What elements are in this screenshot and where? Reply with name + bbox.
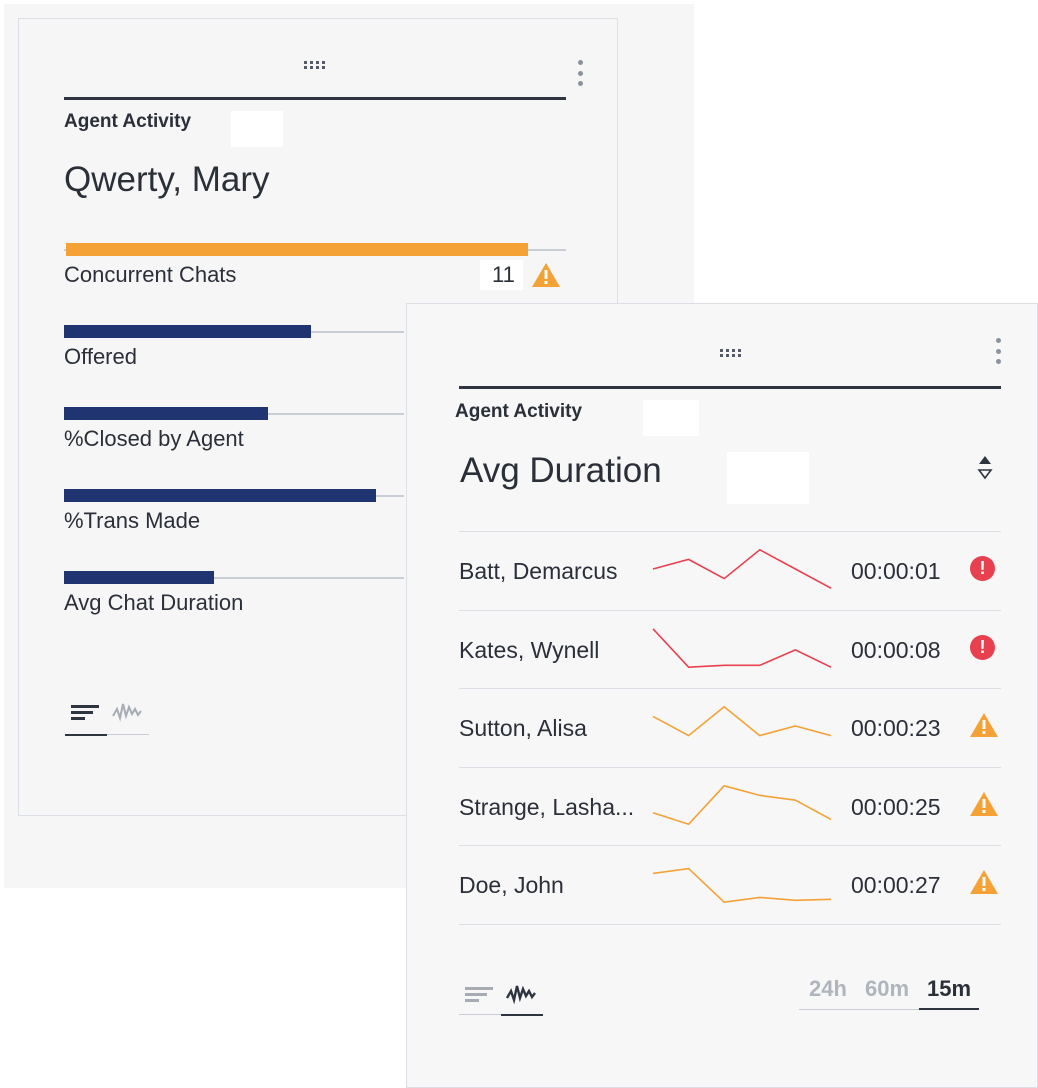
sparkline-view-tab[interactable] <box>107 694 149 735</box>
sparkline-path <box>652 548 832 589</box>
sparkline-path <box>652 867 832 904</box>
metric-value: 11 <box>480 260 523 290</box>
metric-bar-fill <box>64 325 311 338</box>
sparkline-view-icon <box>112 703 142 722</box>
metric-label: Offered <box>64 344 137 369</box>
duration-value: 00:00:23 <box>851 715 941 741</box>
label-placeholder <box>231 111 283 147</box>
agent-row[interactable]: Kates, Wynell 00:00:08! <box>459 610 1001 688</box>
error-icon: ! <box>970 634 995 660</box>
trend-sparkline <box>652 784 832 825</box>
label-placeholder <box>643 400 699 436</box>
metric-bar-fill <box>64 407 268 420</box>
metric-label: Concurrent Chats <box>64 262 237 287</box>
agent-row[interactable]: Sutton, Alisa 00:00:23 <box>459 688 1001 766</box>
duration-value: 00:00:27 <box>851 872 941 898</box>
trend-sparkline <box>652 548 832 589</box>
agent-row[interactable]: Strange, Lasha... 00:00:25 <box>459 767 1001 845</box>
warning-icon <box>969 791 999 822</box>
sparkline-view-tab[interactable] <box>501 976 543 1016</box>
warning-icon <box>969 869 999 900</box>
agent-name: Batt, Demarcus <box>459 558 618 584</box>
agent-name-title: Qwerty, Mary <box>64 160 270 199</box>
sparkline-path <box>652 784 832 825</box>
metric-label: %Closed by Agent <box>64 426 244 451</box>
more-vertical-icon[interactable] <box>995 338 1001 364</box>
selected-underline <box>919 1008 979 1010</box>
metric-bar-fill <box>66 243 528 256</box>
agent-activity-widget-avg-duration: Agent Activity Avg Duration Batt, Demarc… <box>406 303 1038 1088</box>
widget-type-label: Agent Activity <box>455 401 583 422</box>
widget-type-label: Agent Activity <box>64 111 192 132</box>
metric-label: %Trans Made <box>64 508 201 533</box>
title-placeholder <box>727 452 809 504</box>
drag-handle-icon[interactable] <box>720 349 742 357</box>
agent-name: Kates, Wynell <box>459 636 600 663</box>
time-range-24h[interactable]: 24h <box>809 976 847 1002</box>
metric-title: Avg Duration <box>460 451 662 490</box>
drag-handle-icon[interactable] <box>304 61 326 69</box>
sparkline-view-icon <box>505 985 536 1005</box>
time-range-15m[interactable]: 15m <box>927 976 971 1002</box>
duration-value: 00:00:25 <box>851 793 941 820</box>
metric-label: Avg Chat Duration <box>64 590 244 615</box>
sparkline-path <box>652 705 832 737</box>
trend-sparkline <box>652 627 832 668</box>
time-range-60m[interactable]: 60m <box>865 976 909 1002</box>
metric-bar-fill <box>64 489 376 502</box>
metric-bar-fill <box>64 571 214 584</box>
header-rule <box>459 386 1001 389</box>
agent-name: Strange, Lasha... <box>459 793 635 820</box>
agent-name: Sutton, Alisa <box>459 715 587 741</box>
duration-value: 00:00:01 <box>851 558 941 584</box>
list-view-icon <box>71 705 99 720</box>
more-vertical-icon[interactable] <box>577 60 583 86</box>
trend-sparkline <box>652 705 832 737</box>
agent-name: Doe, John <box>459 872 564 898</box>
warning-icon <box>969 712 999 743</box>
agent-row[interactable]: Doe, John 00:00:27 <box>459 845 1001 923</box>
duration-value: 00:00:08 <box>851 636 941 663</box>
list-view-tab[interactable] <box>65 694 107 736</box>
agent-row[interactable]: Batt, Demarcus 00:00:01! <box>459 531 1001 609</box>
sort-icon[interactable] <box>977 454 993 480</box>
sparkline-path <box>652 627 832 668</box>
error-icon: ! <box>970 556 995 581</box>
list-view-icon <box>465 987 493 1002</box>
warning-icon <box>531 262 561 293</box>
trend-sparkline <box>652 867 832 904</box>
list-view-tab[interactable] <box>459 976 501 1015</box>
row-divider <box>459 923 1001 925</box>
header-rule <box>64 97 566 100</box>
